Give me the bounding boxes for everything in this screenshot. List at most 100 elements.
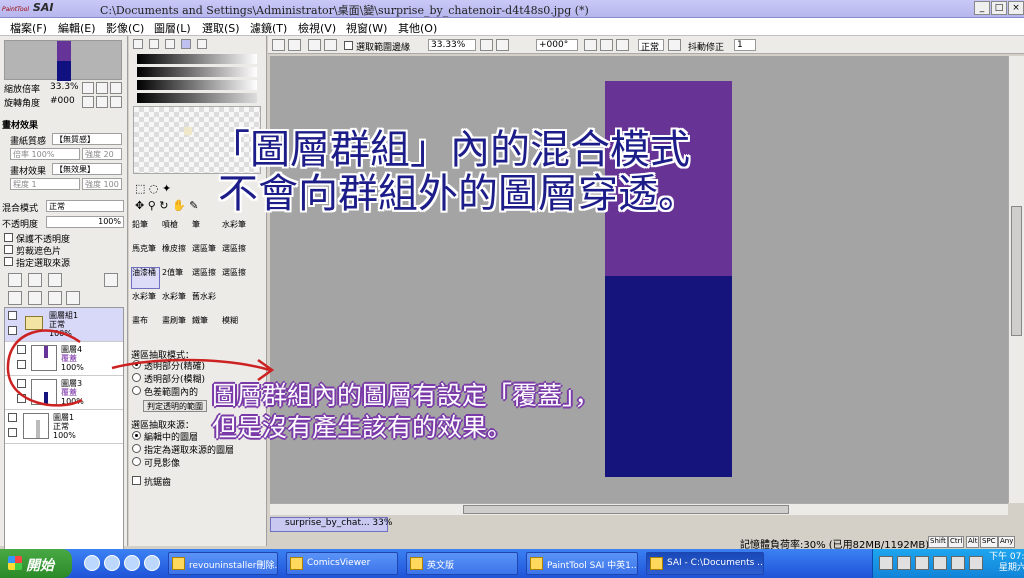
- source-radio-current[interactable]: [132, 431, 141, 440]
- rotate-reset-icon[interactable]: [110, 96, 122, 108]
- rgb-slider-icon[interactable]: [149, 39, 159, 49]
- brush-bucket[interactable]: 油漆桶: [131, 267, 160, 289]
- tray-keyboard-icon[interactable]: [879, 556, 893, 570]
- paper-strength-field[interactable]: 強度 20: [82, 148, 122, 160]
- menu-edit[interactable]: 編輯(E): [58, 20, 96, 36]
- vertical-scrollbar[interactable]: [1008, 56, 1024, 503]
- rotate-right-icon[interactable]: [600, 39, 613, 51]
- invert-selection-icon[interactable]: [324, 39, 337, 51]
- zoom-icon[interactable]: ⚲: [148, 199, 156, 212]
- task-comicsviewer[interactable]: ComicsViewer: [286, 552, 398, 575]
- zoom-reset-icon[interactable]: [110, 82, 122, 94]
- ie-icon[interactable]: [84, 555, 100, 571]
- zoom-out-icon[interactable]: [480, 39, 493, 51]
- show-selection-checkbox[interactable]: [344, 41, 353, 50]
- rotate-left-icon[interactable]: [82, 96, 94, 108]
- selection-source-checkbox[interactable]: [4, 257, 13, 266]
- rotate-icon[interactable]: ↻: [159, 199, 168, 212]
- opacity-slider[interactable]: 100%: [46, 216, 124, 228]
- shield-icon[interactable]: [124, 555, 140, 571]
- view-mode-field[interactable]: 正常: [638, 39, 664, 53]
- tray-network-icon[interactable]: [933, 556, 947, 570]
- menu-select[interactable]: 選取(S): [202, 20, 240, 36]
- stabilizer-select[interactable]: 1: [734, 39, 756, 51]
- horizontal-scrollbar[interactable]: [270, 503, 1008, 515]
- menu-image[interactable]: 影像(C): [106, 20, 144, 36]
- navigator-preview[interactable]: [4, 40, 122, 81]
- task-revouninstaller[interactable]: revouninstaller刪除...: [168, 552, 278, 575]
- swatches-icon[interactable]: [181, 39, 191, 49]
- color-swatches[interactable]: [137, 54, 257, 106]
- hand-icon[interactable]: ✋: [172, 199, 186, 212]
- preserve-opacity-checkbox[interactable]: [4, 233, 13, 242]
- new-layer-icon[interactable]: [8, 273, 22, 287]
- tray-volume-icon[interactable]: [951, 556, 965, 570]
- brush-airbrush[interactable]: 噴槍: [161, 219, 190, 241]
- brush-watercolor[interactable]: 水彩筆: [221, 219, 250, 241]
- hsv-slider-icon[interactable]: [165, 39, 175, 49]
- quicklaunch-expand-icon[interactable]: [144, 555, 160, 571]
- effect-select[interactable]: 【無效果】: [52, 163, 122, 175]
- scratchpad-icon[interactable]: [197, 39, 207, 49]
- menu-window[interactable]: 視窗(W): [346, 20, 387, 36]
- zoom-in-icon[interactable]: [96, 82, 108, 94]
- effect-width-field[interactable]: 程度 1: [10, 178, 80, 190]
- new-linework-layer-icon[interactable]: [28, 273, 42, 287]
- rotate-right-icon[interactable]: [96, 96, 108, 108]
- new-folder-icon[interactable]: [48, 273, 62, 287]
- brush-select-eraser[interactable]: 選區擦: [221, 243, 250, 265]
- rect-select-icon[interactable]: ⬚: [135, 182, 145, 195]
- redo-icon[interactable]: [288, 39, 301, 51]
- layer-mask-icon[interactable]: [104, 273, 118, 287]
- document-tab[interactable]: surprise_by_chat... 33%: [270, 517, 392, 532]
- magic-wand-icon[interactable]: ✦: [162, 182, 171, 195]
- tray-security-icon[interactable]: [915, 556, 929, 570]
- tray-app-icon[interactable]: [969, 556, 983, 570]
- source-radio-specified[interactable]: [132, 444, 141, 453]
- maximize-button[interactable]: □: [991, 1, 1007, 15]
- media-player-icon[interactable]: [104, 555, 120, 571]
- eyedropper-icon[interactable]: ✎: [189, 199, 198, 212]
- menu-file[interactable]: 檔案(F): [10, 20, 47, 36]
- move-icon[interactable]: ✥: [135, 199, 144, 212]
- paper-scale-field[interactable]: 倍率 100%: [10, 148, 80, 160]
- flip-icon[interactable]: [668, 39, 681, 51]
- clipping-mask-checkbox[interactable]: [4, 245, 13, 254]
- paper-select[interactable]: 【無質感】: [52, 133, 122, 145]
- brush-pencil[interactable]: 鉛筆: [131, 219, 160, 241]
- tray-help-icon[interactable]: [897, 556, 911, 570]
- zoom-field[interactable]: 33.33%: [428, 39, 476, 51]
- brush-select-eraser-2[interactable]: 選區擦: [191, 267, 220, 289]
- menu-other[interactable]: 其他(O): [398, 20, 437, 36]
- effect-strength-field[interactable]: 強度 100: [82, 178, 122, 190]
- brush-select-eraser-3[interactable]: 選區擦: [221, 267, 250, 289]
- antialias-checkbox[interactable]: [132, 476, 141, 485]
- menu-view[interactable]: 檢視(V): [298, 20, 336, 36]
- close-button[interactable]: ×: [1008, 1, 1024, 15]
- vertical-scroll-thumb[interactable]: [1011, 206, 1022, 336]
- rotation-field[interactable]: +000°: [536, 39, 578, 51]
- rotate-left-icon[interactable]: [584, 39, 597, 51]
- rotate-reset-icon[interactable]: [616, 39, 629, 51]
- minimize-button[interactable]: _: [974, 1, 990, 15]
- blend-mode-select[interactable]: 正常: [46, 200, 124, 212]
- color-wheel-icon[interactable]: [133, 39, 143, 49]
- brush-binary-pen[interactable]: 2值筆: [161, 267, 190, 289]
- brush-pen[interactable]: 筆: [191, 219, 220, 241]
- brush-select-pen[interactable]: 選區筆: [191, 243, 220, 265]
- source-radio-visible[interactable]: [132, 457, 141, 466]
- undo-icon[interactable]: [272, 39, 285, 51]
- menu-layer[interactable]: 圖層(L): [154, 20, 191, 36]
- horizontal-scroll-thumb[interactable]: [463, 505, 789, 514]
- brush-eraser[interactable]: 橡皮擦: [161, 243, 190, 265]
- brush-marker[interactable]: 馬克筆: [131, 243, 160, 265]
- menu-filter[interactable]: 濾鏡(T): [250, 20, 287, 36]
- start-button[interactable]: 開始: [0, 549, 72, 578]
- lasso-icon[interactable]: ◌: [149, 182, 159, 195]
- deselect-icon[interactable]: [308, 39, 321, 51]
- zoom-out-icon[interactable]: [82, 82, 94, 94]
- zoom-in-icon[interactable]: [496, 39, 509, 51]
- task-painttool-folder[interactable]: PaintTool SAI 中英1...: [526, 552, 638, 575]
- task-english-folder[interactable]: 英文版: [406, 552, 518, 575]
- clock[interactable]: 下午 07:15 星期六: [989, 552, 1024, 574]
